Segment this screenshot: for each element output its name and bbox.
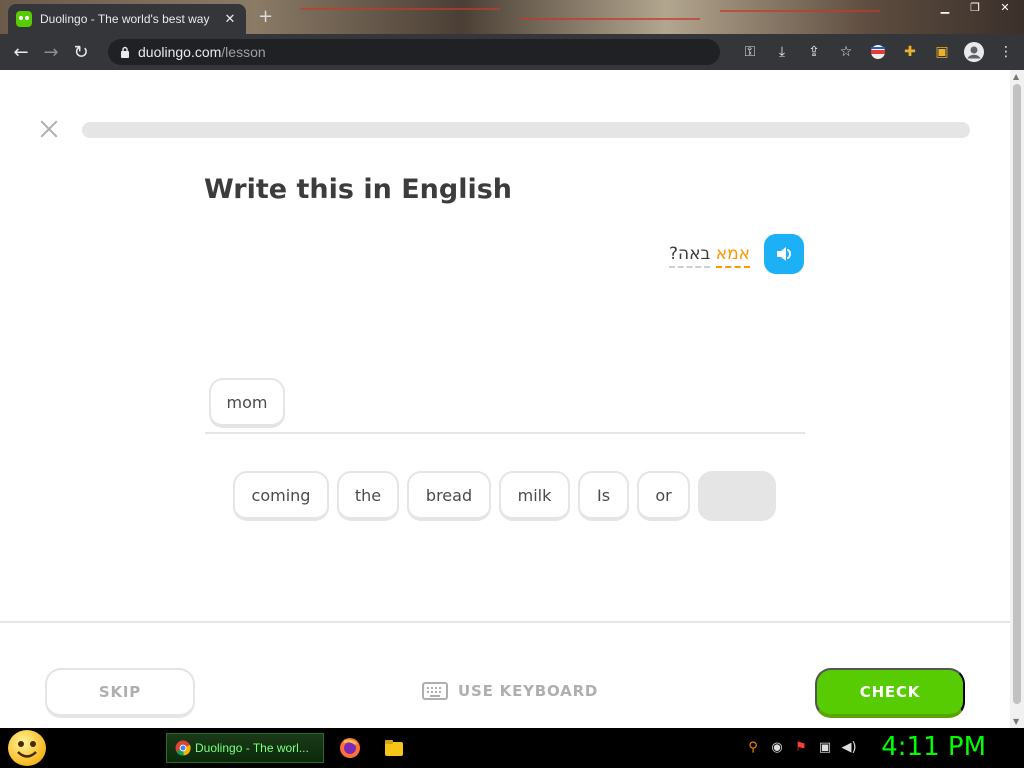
file-manager-icon[interactable] (382, 736, 406, 760)
word-bank-chip[interactable]: bread (407, 471, 491, 521)
hebrew-sentence: אמא באה? (668, 244, 750, 268)
hebrew-word[interactable]: אמא (715, 244, 750, 268)
word-bank-chip[interactable]: Is (578, 471, 629, 521)
reload-icon[interactable]: ↻ (66, 37, 96, 67)
firefox-icon[interactable] (338, 736, 362, 760)
url-host: duolingo.com (138, 44, 222, 60)
forward-arrow-icon[interactable]: → (36, 37, 66, 67)
word-bank-chip-used (698, 471, 776, 521)
word-bank-chip[interactable]: or (637, 471, 690, 521)
profile-avatar-icon[interactable] (964, 42, 984, 62)
url-path: /lesson (221, 44, 266, 60)
use-keyboard-label: USE KEYBOARD (458, 682, 599, 700)
page-scrollbar[interactable]: ▲ ▼ (1010, 70, 1024, 728)
chrome-icon (175, 740, 191, 756)
window-controls: ▁ ❐ ✕ (930, 0, 1020, 16)
system-tray: ⚲ ◉ ⚑ ▣ ◀) (744, 738, 858, 756)
os-taskbar: Duolingo - The worl... ⚲ ◉ ⚑ ▣ ◀) 4:11 P… (0, 728, 1024, 768)
close-lesson-icon[interactable] (36, 116, 62, 142)
taskbar-clock: 4:11 PM (881, 732, 986, 762)
share-icon[interactable]: ⇪ (804, 42, 824, 62)
taskbar-chrome-label: Duolingo - The worl... (195, 741, 309, 755)
scroll-thumb[interactable] (1013, 84, 1021, 704)
hebrew-word[interactable]: באה? (668, 244, 711, 268)
lesson-progress-bar (82, 122, 970, 138)
word-bank-chip[interactable]: milk (499, 471, 570, 521)
back-arrow-icon[interactable]: ← (6, 37, 36, 67)
puzzle-extensions-icon[interactable]: ✚ (900, 42, 920, 62)
minimize-icon[interactable]: ▁ (930, 0, 960, 16)
browser-menu-icon[interactable]: ⋮ (996, 42, 1016, 62)
source-sentence-row: אמא באה? (668, 234, 804, 274)
lesson-page: Write this in English אמא באה? mom comin… (0, 70, 1010, 728)
network-icon[interactable]: ▣ (816, 738, 834, 756)
wallpaper-streak (300, 8, 500, 10)
window-close-icon[interactable]: ✕ (990, 0, 1020, 16)
bookmark-star-icon[interactable]: ☆ (836, 42, 856, 62)
answer-word-chip[interactable]: mom (209, 378, 285, 428)
keyboard-icon (422, 682, 448, 700)
word-bank-chip[interactable]: the (337, 471, 399, 521)
use-keyboard-button[interactable]: USE KEYBOARD (422, 682, 598, 700)
tab-close-icon[interactable]: ✕ (222, 12, 238, 27)
search-icon[interactable]: ⚲ (744, 738, 762, 756)
translate-extension-icon[interactable] (868, 42, 888, 62)
answer-area[interactable]: mom (205, 376, 805, 434)
start-smiley-icon[interactable] (8, 730, 46, 766)
new-tab-icon[interactable]: + (258, 6, 273, 27)
scroll-down-arrow-icon[interactable]: ▼ (1013, 717, 1019, 726)
browser-tab[interactable]: Duolingo - The world's best way ✕ (8, 4, 246, 34)
footer-divider (0, 621, 1010, 623)
tab-title: Duolingo - The world's best way (40, 12, 210, 26)
address-toolbar: ← → ↻ duolingo.com/lesson ⚿ ⤓ ⇪ ☆ ✚ ▣ ⋮ (0, 34, 1024, 70)
word-bank-chip[interactable]: coming (233, 471, 329, 521)
speaker-button[interactable] (764, 234, 804, 274)
prompt-title: Write this in English (204, 174, 513, 205)
check-button[interactable]: CHECK (815, 668, 965, 718)
browser-tab-strip: Duolingo - The world's best way ✕ + ▁ ❐ … (0, 0, 1024, 34)
taskbar-chrome-button[interactable]: Duolingo - The worl... (166, 733, 324, 763)
install-icon[interactable]: ⤓ (772, 42, 792, 62)
restore-icon[interactable]: ❐ (960, 0, 990, 16)
chat-icon[interactable]: ◉ (768, 738, 786, 756)
duolingo-favicon-icon (16, 11, 32, 27)
flag-icon[interactable]: ⚑ (792, 738, 810, 756)
speaker-icon (777, 247, 791, 261)
side-panel-icon[interactable]: ▣ (932, 42, 952, 62)
volume-icon[interactable]: ◀) (840, 738, 858, 756)
lock-icon (121, 46, 129, 58)
scroll-up-arrow-icon[interactable]: ▲ (1013, 72, 1019, 81)
address-bar[interactable]: duolingo.com/lesson (108, 39, 720, 65)
wallpaper-streak (720, 10, 880, 12)
toolbar-icons: ⚿ ⤓ ⇪ ☆ ✚ ▣ ⋮ (740, 34, 1016, 70)
key-icon[interactable]: ⚿ (740, 42, 760, 62)
wallpaper-streak (520, 18, 700, 20)
skip-button[interactable]: SKIP (45, 668, 195, 718)
